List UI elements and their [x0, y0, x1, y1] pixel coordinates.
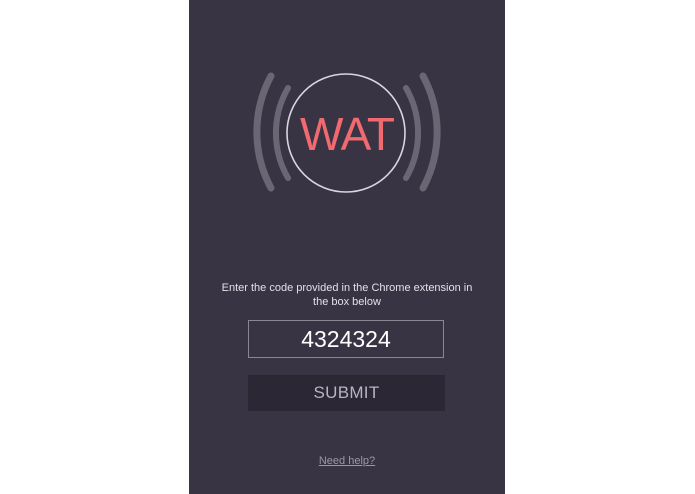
- need-help-link[interactable]: Need help?: [297, 455, 397, 467]
- login-panel: WAT Enter the code provided in the Chrom…: [189, 0, 505, 494]
- code-input[interactable]: [248, 320, 444, 358]
- submit-button[interactable]: SUBMIT: [248, 375, 445, 411]
- instructions-text: Enter the code provided in the Chrome ex…: [221, 282, 473, 308]
- logo-text: WAT: [299, 108, 395, 160]
